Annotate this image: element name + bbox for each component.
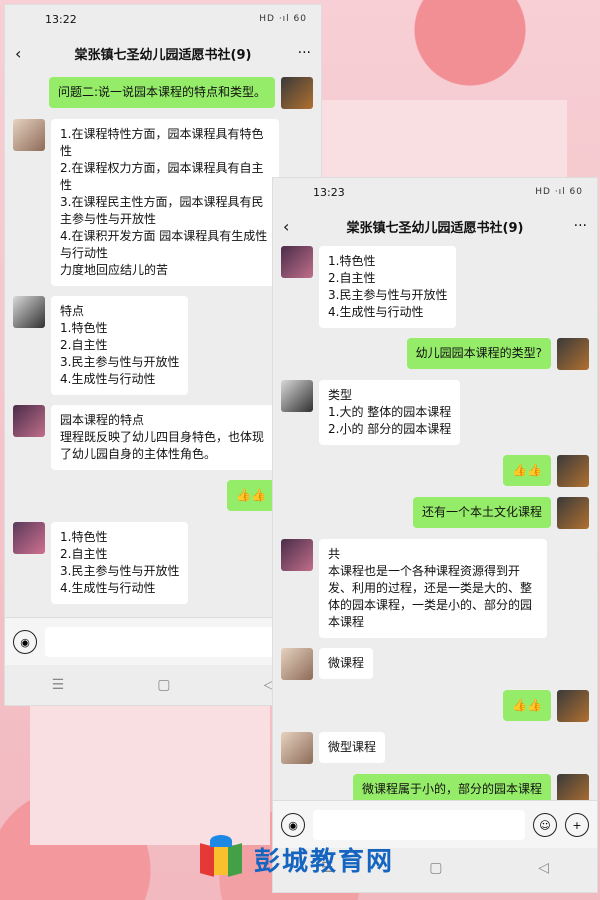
message-bubble[interactable]: 👍👍 [503,455,551,486]
back-key-icon[interactable]: ◁ [538,860,549,876]
avatar[interactable] [557,338,589,370]
message-row: 1.在课程特性方面，园本课程具有特色性 2.在课程权力方面，园本课程具有自主性 … [13,119,313,286]
message-row: 1.特色性 2.自主性 3.民主参与性与开放性 4.生成性与行动性 [13,522,313,604]
avatar[interactable] [13,522,45,554]
back-arrow-icon[interactable]: ‹ [283,217,307,236]
watermark: 彭城教育网 [196,835,394,883]
message-bubble[interactable]: 问题二:说一说园本课程的特点和类型。 [48,77,275,108]
message-bubble[interactable]: 共 本课程也是一个各种课程资源得到开发、利用的过程，还是一类是大的、整体的园本课… [319,539,547,638]
chat-header: ‹ 棠张镇七圣幼儿园适愿书社(9) ··· [273,206,597,246]
back-arrow-icon[interactable]: ‹ [15,44,39,63]
message-row: 1.特色性 2.自主性 3.民主参与性与开放性 4.生成性与行动性 [281,246,589,328]
message-row: 微型课程 [281,732,589,764]
status-time: 13:22 [45,12,77,26]
add-icon[interactable]: + [565,813,589,837]
voice-icon[interactable]: ◉ [13,630,37,654]
message-row: 问题二:说一说园本课程的特点和类型。 [13,77,313,109]
message-bubble[interactable]: 微课程 [319,648,374,679]
home-key-icon[interactable]: ▢ [429,860,442,876]
avatar[interactable] [557,690,589,722]
message-bubble[interactable]: 微型课程 [319,732,386,763]
status-bar: 13:23 HD ·ıl 60 [273,178,597,206]
message-input[interactable] [45,627,281,657]
message-bubble[interactable]: 还有一个本土文化课程 [412,497,551,528]
message-row: 还有一个本土文化课程 [281,497,589,529]
avatar[interactable] [13,119,45,151]
message-bubble[interactable]: 1.特色性 2.自主性 3.民主参与性与开放性 4.生成性与行动性 [51,522,189,604]
voice-icon[interactable]: ◉ [281,813,305,837]
message-row: 👍👍 [281,455,589,487]
message-bubble[interactable]: 👍👍 [503,690,551,721]
message-row: 共 本课程也是一个各种课程资源得到开发、利用的过程，还是一类是大的、整体的园本课… [281,539,589,638]
avatar[interactable] [281,246,313,278]
message-list: 1.特色性 2.自主性 3.民主参与性与开放性 4.生成性与行动性幼儿园园本课程… [273,246,597,816]
message-bubble[interactable]: 特点 1.特色性 2.自主性 3.民主参与性与开放性 4.生成性与行动性 [51,296,189,395]
emoji-icon[interactable]: ☺ [533,813,557,837]
message-row: 类型 1.大的 整体的园本课程 2.小的 部分的园本课程 [281,380,589,445]
message-bubble[interactable]: 1.特色性 2.自主性 3.民主参与性与开放性 4.生成性与行动性 [319,246,457,328]
avatar[interactable] [557,497,589,529]
message-bubble[interactable]: 类型 1.大的 整体的园本课程 2.小的 部分的园本课程 [319,380,461,445]
watermark-text: 彭城教育网 [254,846,395,877]
chat-screenshot-right: 13:23 HD ·ıl 60 ‹ 棠张镇七圣幼儿园适愿书社(9) ··· 1.… [272,177,598,893]
avatar[interactable] [281,732,313,764]
chat-title: 棠张镇七圣幼儿园适愿书社(9) [346,220,524,236]
message-row: 幼儿园园本课程的类型? [281,338,589,370]
avatar[interactable] [281,77,313,109]
message-bubble[interactable]: 幼儿园园本课程的类型? [406,338,551,369]
background-panel [30,705,270,845]
message-bubble[interactable]: 1.在课程特性方面，园本课程具有特色性 2.在课程权力方面，园本课程具有自主性 … [51,119,279,286]
message-row: 特点 1.特色性 2.自主性 3.民主参与性与开放性 4.生成性与行动性 [13,296,313,395]
message-row: 微课程 [281,648,589,680]
status-icons: HD ·ıl 60 [259,14,307,24]
status-icons: HD ·ıl 60 [535,187,583,197]
chat-title: 棠张镇七圣幼儿园适愿书社(9) [74,47,252,63]
chat-header: ‹ 棠张镇七圣幼儿园适愿书社(9) ··· [5,33,321,73]
background-panel [322,100,567,180]
message-row: 园本课程的特点 理程既反映了幼儿四目身特色，也体现了幼儿园自身的主体性角色。 [13,405,313,470]
message-bubble[interactable]: 园本课程的特点 理程既反映了幼儿四目身特色，也体现了幼儿园自身的主体性角色。 [51,405,279,470]
avatar[interactable] [281,648,313,680]
more-options-icon[interactable]: ··· [563,218,587,234]
status-bar: 13:22 HD ·ıl 60 [5,5,321,33]
more-options-icon[interactable]: ··· [287,45,311,61]
avatar[interactable] [13,296,45,328]
message-bubble[interactable]: 👍👍 [227,480,275,511]
menu-key-icon[interactable]: ☰ [52,677,65,693]
home-key-icon[interactable]: ▢ [157,677,170,693]
avatar[interactable] [13,405,45,437]
message-row: 👍👍 [13,480,313,512]
status-time: 13:23 [313,185,345,199]
avatar[interactable] [281,380,313,412]
watermark-logo [196,835,246,883]
avatar[interactable] [281,539,313,571]
message-row: 👍👍 [281,690,589,722]
avatar[interactable] [557,455,589,487]
